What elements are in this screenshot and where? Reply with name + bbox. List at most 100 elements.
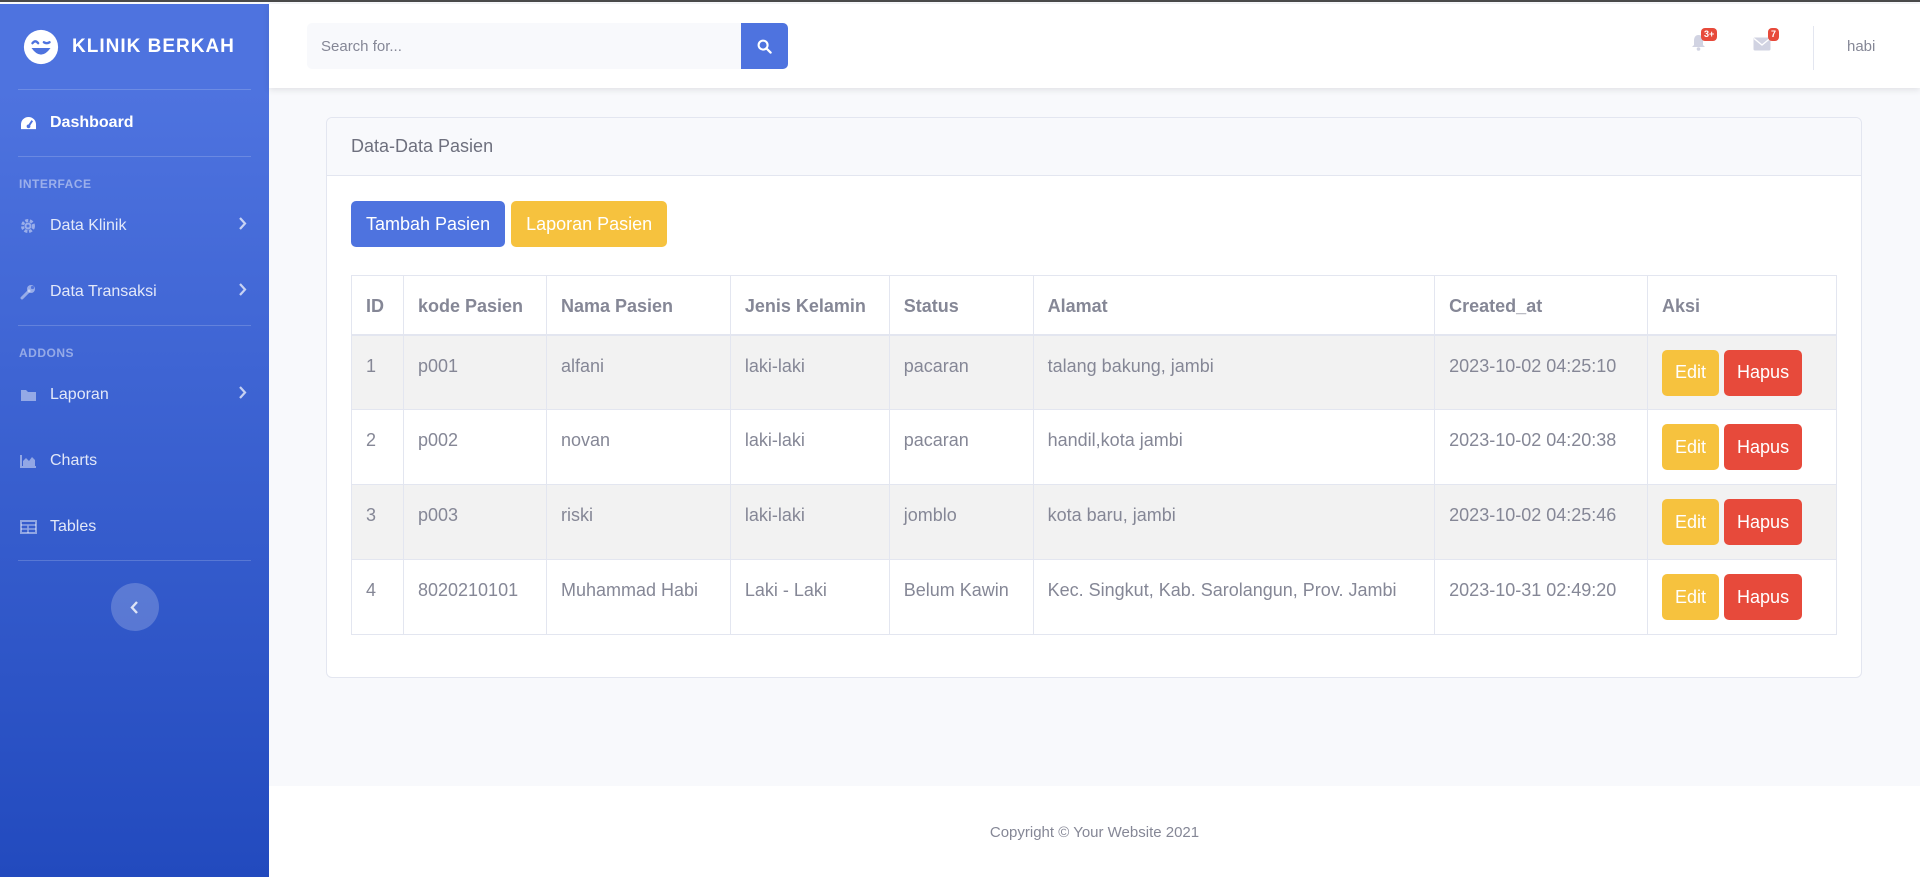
search-input[interactable]	[307, 23, 741, 69]
cell-status: pacaran	[888, 409, 1034, 485]
sidebar-item-label: Laporan	[50, 386, 109, 403]
topbar: 3+ 7 habi	[269, 4, 1920, 88]
column-header: Nama Pasien	[545, 275, 731, 336]
chevron-right-icon	[238, 283, 247, 301]
search-button[interactable]	[741, 23, 788, 69]
edit-button[interactable]: Edit	[1661, 574, 1720, 620]
column-header: kode Pasien	[402, 275, 547, 336]
cell-jenis-kelamin: laki-laki	[729, 484, 890, 560]
cell-status: pacaran	[888, 334, 1034, 410]
sidebar-item-label: Data Transaksi	[50, 283, 157, 300]
column-header: Status	[888, 275, 1034, 336]
chevron-right-icon	[238, 386, 247, 404]
cell-created-at: 2023-10-02 04:25:46	[1434, 484, 1648, 560]
copyright-text: Copyright © Your Website 2021	[989, 824, 1200, 841]
alerts-button[interactable]: 3+	[1691, 28, 1718, 56]
cell-nama: riski	[545, 484, 731, 560]
sidebar-item-label: Tables	[50, 518, 97, 535]
brand-name: KLINIK BERKAH	[72, 35, 235, 57]
column-header: Alamat	[1032, 275, 1436, 336]
column-header: Aksi	[1646, 275, 1838, 336]
delete-button[interactable]: Hapus	[1724, 349, 1803, 396]
cell-alamat: kota baru, jambi	[1032, 484, 1436, 560]
delete-button[interactable]: Hapus	[1724, 574, 1803, 620]
cell-kode: p003	[402, 484, 547, 560]
cell-nama: alfani	[545, 334, 731, 410]
topbar-divider	[1813, 26, 1814, 70]
alerts-badge: 3+	[1701, 28, 1718, 41]
cell-alamat: handil,kota jambi	[1032, 409, 1436, 485]
card-title: Data-Data Pasien	[327, 118, 1861, 176]
cell-status: jomblo	[888, 484, 1034, 560]
table-row: 1 p001 alfani laki-laki pacaran talang b…	[351, 334, 1838, 410]
cell-kode: 8020210101	[402, 559, 547, 635]
sidebar-item-data-transaksi[interactable]: Data Transaksi	[0, 259, 269, 325]
patient-report-button[interactable]: Laporan Pasien	[511, 201, 668, 247]
chevron-left-icon	[130, 600, 138, 614]
sidebar-item-charts[interactable]: Charts	[0, 428, 269, 494]
cell-id: 4	[351, 559, 404, 635]
sidebar-item-data-klinik[interactable]: Data Klinik	[0, 193, 269, 259]
cell-status: Belum Kawin	[888, 559, 1034, 635]
cell-aksi: Edit Hapus	[1646, 559, 1838, 635]
cell-kode: p002	[402, 409, 547, 485]
patients-table: ID kode Pasien Nama Pasien Jenis Kelamin…	[351, 275, 1838, 635]
search-form	[307, 23, 788, 69]
sidebar-divider	[18, 560, 251, 561]
chevron-right-icon	[238, 217, 247, 235]
cell-aksi: Edit Hapus	[1646, 409, 1838, 485]
cell-created-at: 2023-10-31 02:49:20	[1434, 559, 1648, 635]
cell-alamat: talang bakung, jambi	[1032, 334, 1436, 410]
cell-nama: novan	[545, 409, 731, 485]
wrench-icon	[20, 284, 50, 300]
messages-badge: 7	[1768, 28, 1780, 41]
tachometer-icon	[20, 116, 50, 131]
cell-nama: Muhammad Habi	[545, 559, 731, 635]
cell-jenis-kelamin: laki-laki	[729, 409, 890, 485]
cell-kode: p001	[402, 334, 547, 410]
sidebar-item-laporan[interactable]: Laporan	[0, 362, 269, 428]
column-header: ID	[351, 275, 404, 336]
cell-aksi: Edit Hapus	[1646, 334, 1838, 410]
delete-button[interactable]: Hapus	[1724, 424, 1803, 470]
column-header: Jenis Kelamin	[729, 275, 890, 336]
messages-button[interactable]: 7	[1753, 28, 1780, 56]
footer: Copyright © Your Website 2021	[269, 786, 1920, 877]
cell-created-at: 2023-10-02 04:20:38	[1434, 409, 1648, 485]
sidebar-item-dashboard[interactable]: Dashboard	[0, 90, 269, 156]
add-patient-button[interactable]: Tambah Pasien	[351, 201, 506, 247]
cell-aksi: Edit Hapus	[1646, 484, 1838, 560]
delete-button[interactable]: Hapus	[1724, 499, 1803, 545]
cell-created-at: 2023-10-02 04:25:10	[1434, 334, 1648, 410]
laugh-wink-icon	[23, 29, 59, 64]
sidebar-toggle-button[interactable]	[110, 583, 159, 631]
card-actions: Tambah Pasien Laporan Pasien	[351, 201, 668, 247]
column-header: Created_at	[1434, 275, 1648, 336]
sidebar-heading-interface: Interface	[19, 177, 92, 191]
cog-icon	[20, 218, 50, 234]
edit-button[interactable]: Edit	[1661, 424, 1720, 470]
table-header-row: ID kode Pasien Nama Pasien Jenis Kelamin…	[351, 275, 1838, 336]
cell-jenis-kelamin: Laki - Laki	[729, 559, 890, 635]
sidebar-item-label: Charts	[50, 452, 98, 469]
sidebar-heading-addons: Addons	[19, 346, 75, 360]
chart-area-icon	[20, 454, 50, 468]
edit-button[interactable]: Edit	[1661, 499, 1720, 545]
sidebar: KLINIK BERKAH Dashboard Interface Data K…	[0, 4, 269, 877]
cell-id: 2	[351, 409, 404, 485]
brand[interactable]: KLINIK BERKAH	[0, 4, 269, 89]
search-icon	[757, 39, 772, 54]
sidebar-item-tables[interactable]: Tables	[0, 494, 269, 560]
sidebar-item-label: Data Klinik	[50, 217, 127, 234]
cell-jenis-kelamin: laki-laki	[729, 334, 890, 410]
cell-id: 3	[351, 484, 404, 560]
table-row: 4 8020210101 Muhammad Habi Laki - Laki B…	[351, 559, 1838, 635]
folder-icon	[20, 388, 50, 402]
user-dropdown[interactable]: habi	[1847, 38, 1875, 55]
cell-id: 1	[351, 334, 404, 410]
edit-button[interactable]: Edit	[1661, 349, 1720, 396]
patients-card: Data-Data Pasien Tambah Pasien Laporan P…	[326, 117, 1862, 678]
table-row: 2 p002 novan laki-laki pacaran handil,ko…	[351, 409, 1838, 485]
table-icon	[20, 520, 50, 534]
sidebar-item-label: Dashboard	[50, 114, 134, 131]
